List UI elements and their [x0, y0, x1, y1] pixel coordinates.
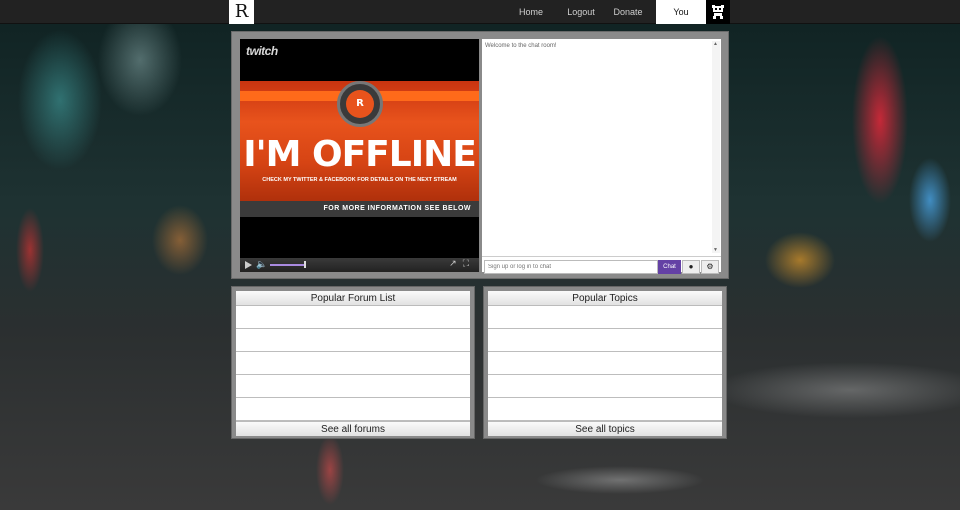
- list-item[interactable]: [236, 306, 470, 329]
- fullscreen-icon[interactable]: ⛶: [463, 258, 475, 268]
- chat-input[interactable]: [484, 260, 658, 274]
- list-item[interactable]: [236, 398, 470, 421]
- settings-icon[interactable]: ⚙: [701, 260, 719, 274]
- forum-list-panel: Popular Forum List See all forums: [231, 286, 475, 439]
- player-right-controls: ↗⛶: [449, 258, 475, 269]
- list-item[interactable]: [236, 352, 470, 375]
- stream-panel: twitch R I'M OFFLINE CHECK MY TWITTER & …: [231, 31, 729, 279]
- forum-list-header: Popular Forum List: [236, 291, 470, 306]
- see-all-forums-link[interactable]: See all forums: [236, 421, 470, 436]
- popout-icon[interactable]: ↗: [449, 258, 463, 268]
- list-item[interactable]: [236, 329, 470, 352]
- nav-logout[interactable]: Logout: [562, 0, 600, 24]
- chat-button[interactable]: Chat: [658, 260, 681, 274]
- list-item[interactable]: [488, 398, 722, 421]
- volume-slider[interactable]: [270, 264, 304, 266]
- chat-welcome-message: Welcome to the chat room!: [485, 43, 557, 49]
- nav-home[interactable]: Home: [500, 0, 562, 24]
- badge-letter: R: [346, 90, 374, 118]
- see-all-topics-link[interactable]: See all topics: [488, 421, 722, 436]
- scroll-down-icon[interactable]: ▼: [713, 247, 718, 253]
- twitch-logo: twitch: [246, 44, 278, 58]
- list-item[interactable]: [236, 375, 470, 398]
- offline-banner: R I'M OFFLINE CHECK MY TWITTER & FACEBOO…: [240, 81, 479, 217]
- viewers-icon[interactable]: ●: [682, 260, 700, 274]
- list-item[interactable]: [488, 375, 722, 398]
- list-item[interactable]: [488, 329, 722, 352]
- nav-donate[interactable]: Donate: [600, 0, 656, 24]
- nav-you[interactable]: You: [656, 0, 706, 24]
- topics-list: Popular Topics See all topics: [488, 291, 722, 436]
- mascot-icon[interactable]: [706, 0, 730, 24]
- main-nav: Home Logout Donate You: [500, 0, 706, 24]
- top-navbar: R Home Logout Donate You: [0, 0, 960, 24]
- volume-icon[interactable]: 🔈: [256, 259, 267, 270]
- channel-badge-icon: R: [337, 81, 383, 127]
- offline-subtitle: CHECK MY TWITTER & FACEBOOK FOR DETAILS …: [262, 177, 457, 183]
- offline-footer: FOR MORE INFORMATION SEE BELOW: [240, 201, 479, 217]
- video-player[interactable]: twitch R I'M OFFLINE CHECK MY TWITTER & …: [240, 39, 479, 272]
- volume-slider-knob[interactable]: [304, 261, 306, 268]
- list-item[interactable]: [488, 306, 722, 329]
- offline-title: I'M OFFLINE: [243, 134, 477, 175]
- site-logo[interactable]: R: [229, 0, 254, 24]
- chat-messages: Welcome to the chat room! ▲ ▼: [482, 39, 721, 257]
- scroll-up-icon[interactable]: ▲: [713, 41, 718, 47]
- topics-panel: Popular Topics See all topics: [483, 286, 727, 439]
- chat-panel: Welcome to the chat room! ▲ ▼ Chat ● ⚙: [482, 39, 721, 274]
- player-controls: 🔈 ↗⛶: [240, 258, 479, 272]
- list-item[interactable]: [488, 352, 722, 375]
- chat-scrollbar[interactable]: ▲ ▼: [712, 41, 720, 253]
- play-icon[interactable]: [245, 261, 252, 269]
- topics-header: Popular Topics: [488, 291, 722, 306]
- forum-list: Popular Forum List See all forums: [236, 291, 470, 436]
